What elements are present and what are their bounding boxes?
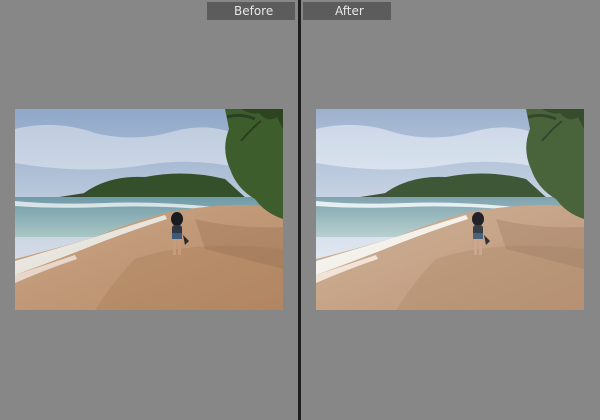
after-pane: After [301,0,600,420]
before-label: Before [207,2,295,20]
before-after-view: Before After [0,0,600,420]
beach-photo-before [15,109,283,310]
photo-after[interactable] [316,109,584,310]
before-pane: Before [0,0,298,420]
beach-photo-after [316,109,584,310]
after-label: After [303,2,391,20]
photo-before[interactable] [15,109,283,310]
